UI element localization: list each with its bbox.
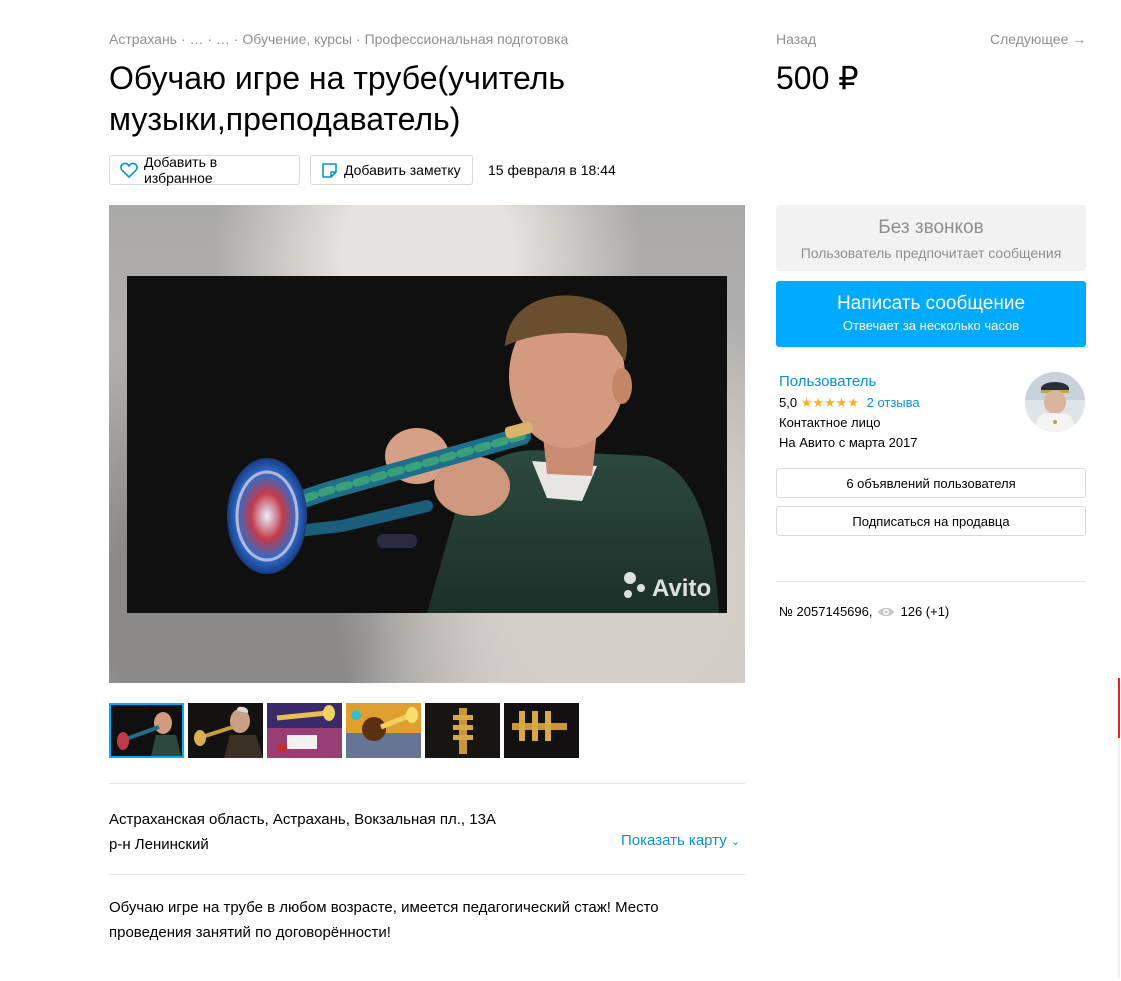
divider (776, 581, 1086, 582)
scroll-indicator[interactable] (1118, 678, 1120, 738)
breadcrumb: Астрахань · … · … · Обучение, курсы · Пр… (109, 31, 568, 47)
main-photo[interactable]: Avito (127, 276, 727, 613)
trumpet-player-photo: Avito (127, 276, 727, 613)
seller-role: Контактное лицо (779, 415, 881, 430)
no-calls-title: Без звонков (878, 217, 984, 238)
eye-icon (877, 606, 895, 618)
breadcrumb-separator: · (233, 31, 239, 47)
listing-description: Обучаю игре на трубе в любом возрасте, и… (109, 899, 659, 941)
thumbnail-5[interactable] (425, 703, 500, 758)
add-to-favorites-button[interactable]: Добавить в избранное (109, 154, 300, 186)
publish-date: 15 февраля в 18:44 (488, 162, 616, 178)
next-link[interactable]: Следующее → (990, 31, 1086, 47)
thumbnail-6[interactable] (504, 703, 579, 758)
item-number: № 2057145696, (779, 604, 873, 619)
breadcrumb-separator: · (207, 31, 212, 47)
chevron-down-icon: ⌄ (730, 836, 741, 848)
add-note-label: Добавить заметку (344, 162, 461, 178)
address-text: Астраханская область, Астрахань, Вокзаль… (109, 811, 496, 828)
response-time-label: Отвечает за несколько часов (842, 318, 1020, 333)
thumbnail-2[interactable] (188, 703, 263, 758)
breadcrumb-item-city[interactable]: Астрахань (109, 31, 177, 47)
back-link[interactable]: Назад (776, 31, 816, 47)
breadcrumb-item-subcategory[interactable]: Профессиональная подготовка (365, 31, 569, 47)
view-count: 126 (+1) (900, 604, 950, 619)
star-icon: ★★★★★ (800, 395, 859, 410)
reviews-link[interactable]: 2 отзыва (867, 395, 920, 410)
seller-rating: 5,0 ★★★★★ 2 отзыва (779, 395, 920, 411)
add-to-favorites-label: Добавить в избранное (144, 154, 218, 186)
district-text: р-н Ленинский (109, 836, 209, 853)
listing-title: Обучаю игре на трубе(учитель музыки,преп… (109, 60, 566, 137)
note-icon (321, 162, 338, 179)
photo-gallery[interactable]: Avito (109, 205, 745, 683)
show-map-label: Показать карту (621, 832, 727, 849)
breadcrumb-item[interactable]: … (189, 31, 203, 47)
seller-since: На Авито с марта 2017 (779, 435, 918, 450)
divider (109, 783, 745, 784)
write-message-label: Написать сообщение (836, 293, 1026, 314)
seller-name-link[interactable]: Пользователь (779, 373, 876, 390)
write-message-button[interactable]: Написать сообщение Отвечает за несколько… (776, 281, 1086, 347)
listing-price: 500 ₽ (776, 60, 859, 96)
location-block: Астраханская область, Астрахань, Вокзаль… (109, 807, 496, 857)
heart-icon (120, 162, 138, 178)
seller-ads-button[interactable]: 6 объявлений пользователя (776, 468, 1086, 498)
breadcrumb-separator: · (180, 31, 186, 47)
avatar[interactable] (1025, 372, 1085, 432)
breadcrumb-item-category[interactable]: Обучение, курсы (242, 31, 352, 47)
add-note-button[interactable]: Добавить заметку (310, 155, 473, 185)
avito-watermark: Avito (652, 575, 711, 602)
show-map-link[interactable]: Показать карту ⌄ (621, 832, 740, 849)
thumbnail-4[interactable] (346, 703, 421, 758)
no-calls-notice: Без звонков Пользователь предпочитает со… (776, 205, 1086, 271)
thumbnail-3[interactable] (267, 703, 342, 758)
rating-value: 5,0 (779, 395, 798, 410)
divider (109, 874, 745, 875)
breadcrumb-separator: · (356, 31, 361, 47)
no-calls-subtitle: Пользователь предпочитает сообщения (800, 245, 1062, 261)
thumbnail-1[interactable] (109, 703, 184, 758)
scroll-track[interactable] (1118, 738, 1120, 978)
breadcrumb-item[interactable]: … (216, 31, 230, 47)
photo-thumbnails (109, 703, 579, 758)
item-meta: № 2057145696, 126 (+1) (779, 604, 949, 619)
subscribe-seller-button[interactable]: Подписаться на продавца (776, 506, 1086, 536)
